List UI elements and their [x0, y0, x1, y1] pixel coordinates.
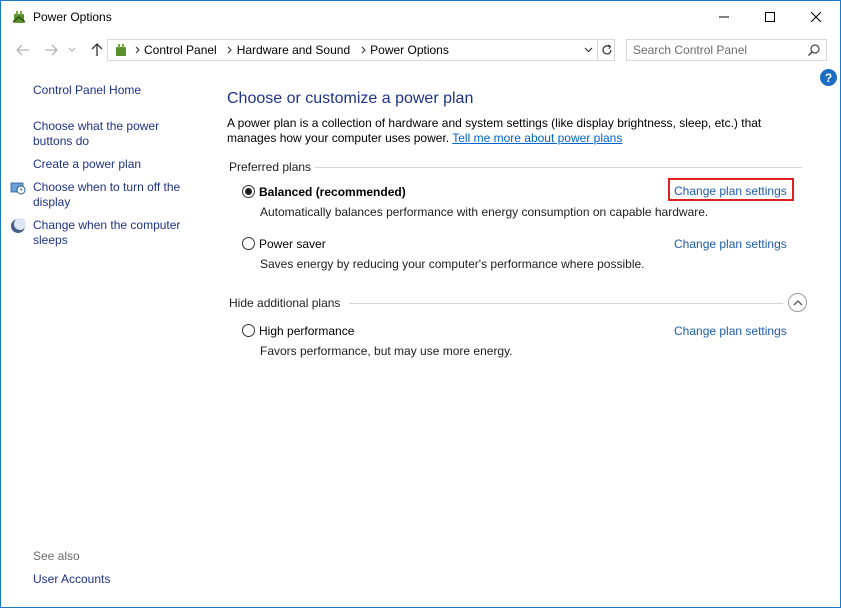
back-button[interactable]: [13, 40, 33, 60]
close-icon: [811, 12, 821, 22]
address-row: Control Panel Hardware and Sound Power O…: [1, 34, 840, 66]
chevron-up-icon: [793, 300, 802, 306]
breadcrumb-hardware-and-sound[interactable]: Hardware and Sound: [237, 43, 350, 57]
search-box[interactable]: [626, 39, 827, 61]
minimize-button[interactable]: [701, 1, 747, 33]
refresh-icon: [601, 44, 612, 55]
power-buttons-link[interactable]: Choose what the power buttons do: [33, 119, 183, 149]
close-button[interactable]: [793, 1, 839, 33]
balanced-radio[interactable]: [242, 185, 255, 198]
preferred-plans-divider: [315, 167, 802, 168]
power-saver-change-plan-settings-link[interactable]: Change plan settings: [674, 237, 787, 251]
arrow-right-icon: [45, 44, 58, 56]
power-saver-plan-name[interactable]: Power saver: [259, 237, 326, 251]
high-performance-plan-name[interactable]: High performance: [259, 324, 354, 338]
power-options-app-icon: [12, 11, 26, 23]
breadcrumb-separator[interactable]: [130, 46, 144, 54]
power-saver-radio[interactable]: [242, 237, 255, 250]
title-bar: Power Options: [1, 1, 840, 33]
chevron-right-icon: [361, 46, 366, 54]
turn-off-display-link[interactable]: Choose when to turn off the display: [33, 180, 193, 210]
breadcrumb-power-options[interactable]: Power Options: [370, 43, 449, 57]
breadcrumb-control-panel[interactable]: Control Panel: [144, 43, 217, 57]
balanced-plan-name[interactable]: Balanced (recommended): [259, 185, 406, 199]
address-bar[interactable]: Control Panel Hardware and Sound Power O…: [107, 39, 615, 61]
highlight-annotation-box: [668, 178, 794, 201]
chevron-right-icon: [227, 46, 232, 54]
arrow-left-icon: [16, 44, 29, 56]
chevron-down-icon: [584, 47, 592, 53]
create-power-plan-link[interactable]: Create a power plan: [33, 157, 141, 172]
balanced-plan-description: Automatically balances performance with …: [260, 205, 709, 219]
control-panel-home-link[interactable]: Control Panel Home: [33, 83, 141, 98]
address-dropdown-button[interactable]: [580, 42, 596, 58]
high-performance-change-plan-settings-link[interactable]: Change plan settings: [674, 324, 787, 338]
up-button[interactable]: [87, 40, 107, 60]
help-icon[interactable]: ?: [820, 69, 837, 86]
page-description: A power plan is a collection of hardware…: [227, 116, 807, 146]
chevron-right-icon: [135, 46, 140, 54]
maximize-icon: [765, 12, 775, 22]
computer-sleeps-link[interactable]: Change when the computer sleeps: [33, 218, 193, 248]
breadcrumb-separator[interactable]: [223, 46, 237, 54]
forward-button[interactable]: [41, 40, 61, 60]
search-input[interactable]: [633, 43, 803, 57]
hide-additional-plans-header[interactable]: Hide additional plans: [229, 296, 340, 310]
display-clock-icon: [10, 182, 26, 195]
power-saver-plan-description: Saves energy by reducing your computer's…: [260, 257, 645, 271]
breadcrumb-separator[interactable]: [356, 46, 370, 54]
preferred-plans-header: Preferred plans: [229, 160, 312, 174]
minimize-icon: [719, 16, 729, 18]
arrow-up-icon: [91, 43, 103, 56]
page-title: Choose or customize a power plan: [227, 90, 474, 107]
window-title: Power Options: [33, 10, 112, 24]
see-also-heading: See also: [33, 549, 80, 563]
collapse-additional-plans-button[interactable]: [788, 293, 807, 312]
additional-plans-divider: [349, 303, 783, 304]
control-panel-icon: [116, 44, 126, 56]
high-performance-plan-description: Favors performance, but may use more ene…: [260, 344, 513, 358]
search-icon[interactable]: [807, 43, 821, 57]
recent-locations-button[interactable]: [65, 40, 79, 60]
moon-icon: [11, 218, 26, 233]
tell-me-more-link[interactable]: Tell me more about power plans: [452, 131, 622, 145]
high-performance-radio[interactable]: [242, 324, 255, 337]
maximize-button[interactable]: [747, 1, 793, 33]
left-navigation-pane: Control Panel Home Choose what the power…: [1, 67, 201, 607]
power-options-window: Power Options Control Panel Hardware and…: [0, 0, 841, 608]
chevron-down-icon: [68, 47, 76, 52]
refresh-button[interactable]: [597, 40, 615, 60]
user-accounts-link[interactable]: User Accounts: [33, 572, 110, 587]
